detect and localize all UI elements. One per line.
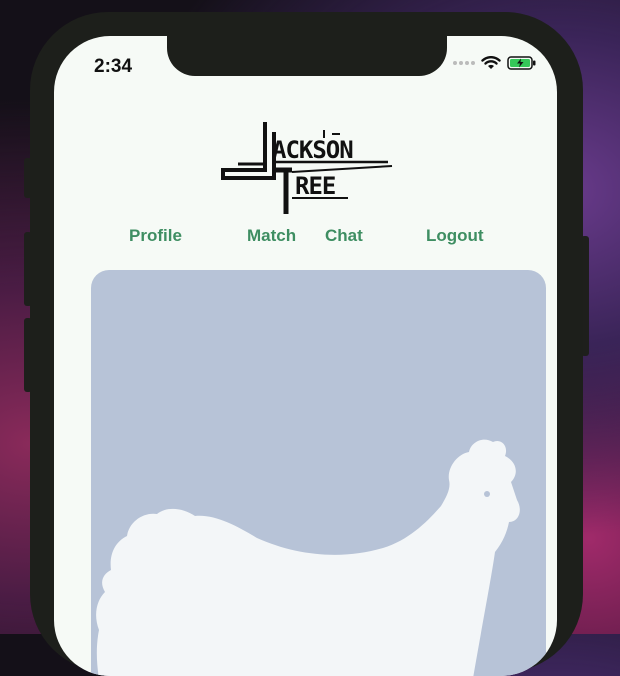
- status-icons: [453, 56, 537, 70]
- app-screen: 2:34 ACKSON REE Profile Match Chat Logou…: [54, 36, 557, 676]
- notch: [167, 36, 447, 76]
- phone-frame: 2:34 ACKSON REE Profile Match Chat Logou…: [30, 12, 583, 676]
- nav-match-link[interactable]: Match: [247, 226, 296, 246]
- status-time: 2:34: [94, 56, 133, 77]
- profile-card[interactable]: [91, 270, 546, 676]
- battery-charging-icon: [507, 56, 536, 70]
- svg-text:ACKSON: ACKSON: [272, 136, 353, 164]
- chicken-silhouette-icon: [96, 439, 520, 676]
- nav-logout-link[interactable]: Logout: [426, 226, 484, 246]
- svg-text:REE: REE: [295, 172, 335, 200]
- jackson-tree-logo: ACKSON REE: [221, 122, 393, 214]
- nav-profile-link[interactable]: Profile: [129, 226, 182, 246]
- wifi-icon: [481, 56, 501, 69]
- nav-chat-link[interactable]: Chat: [325, 226, 363, 246]
- signal-dots-icon: [453, 61, 475, 65]
